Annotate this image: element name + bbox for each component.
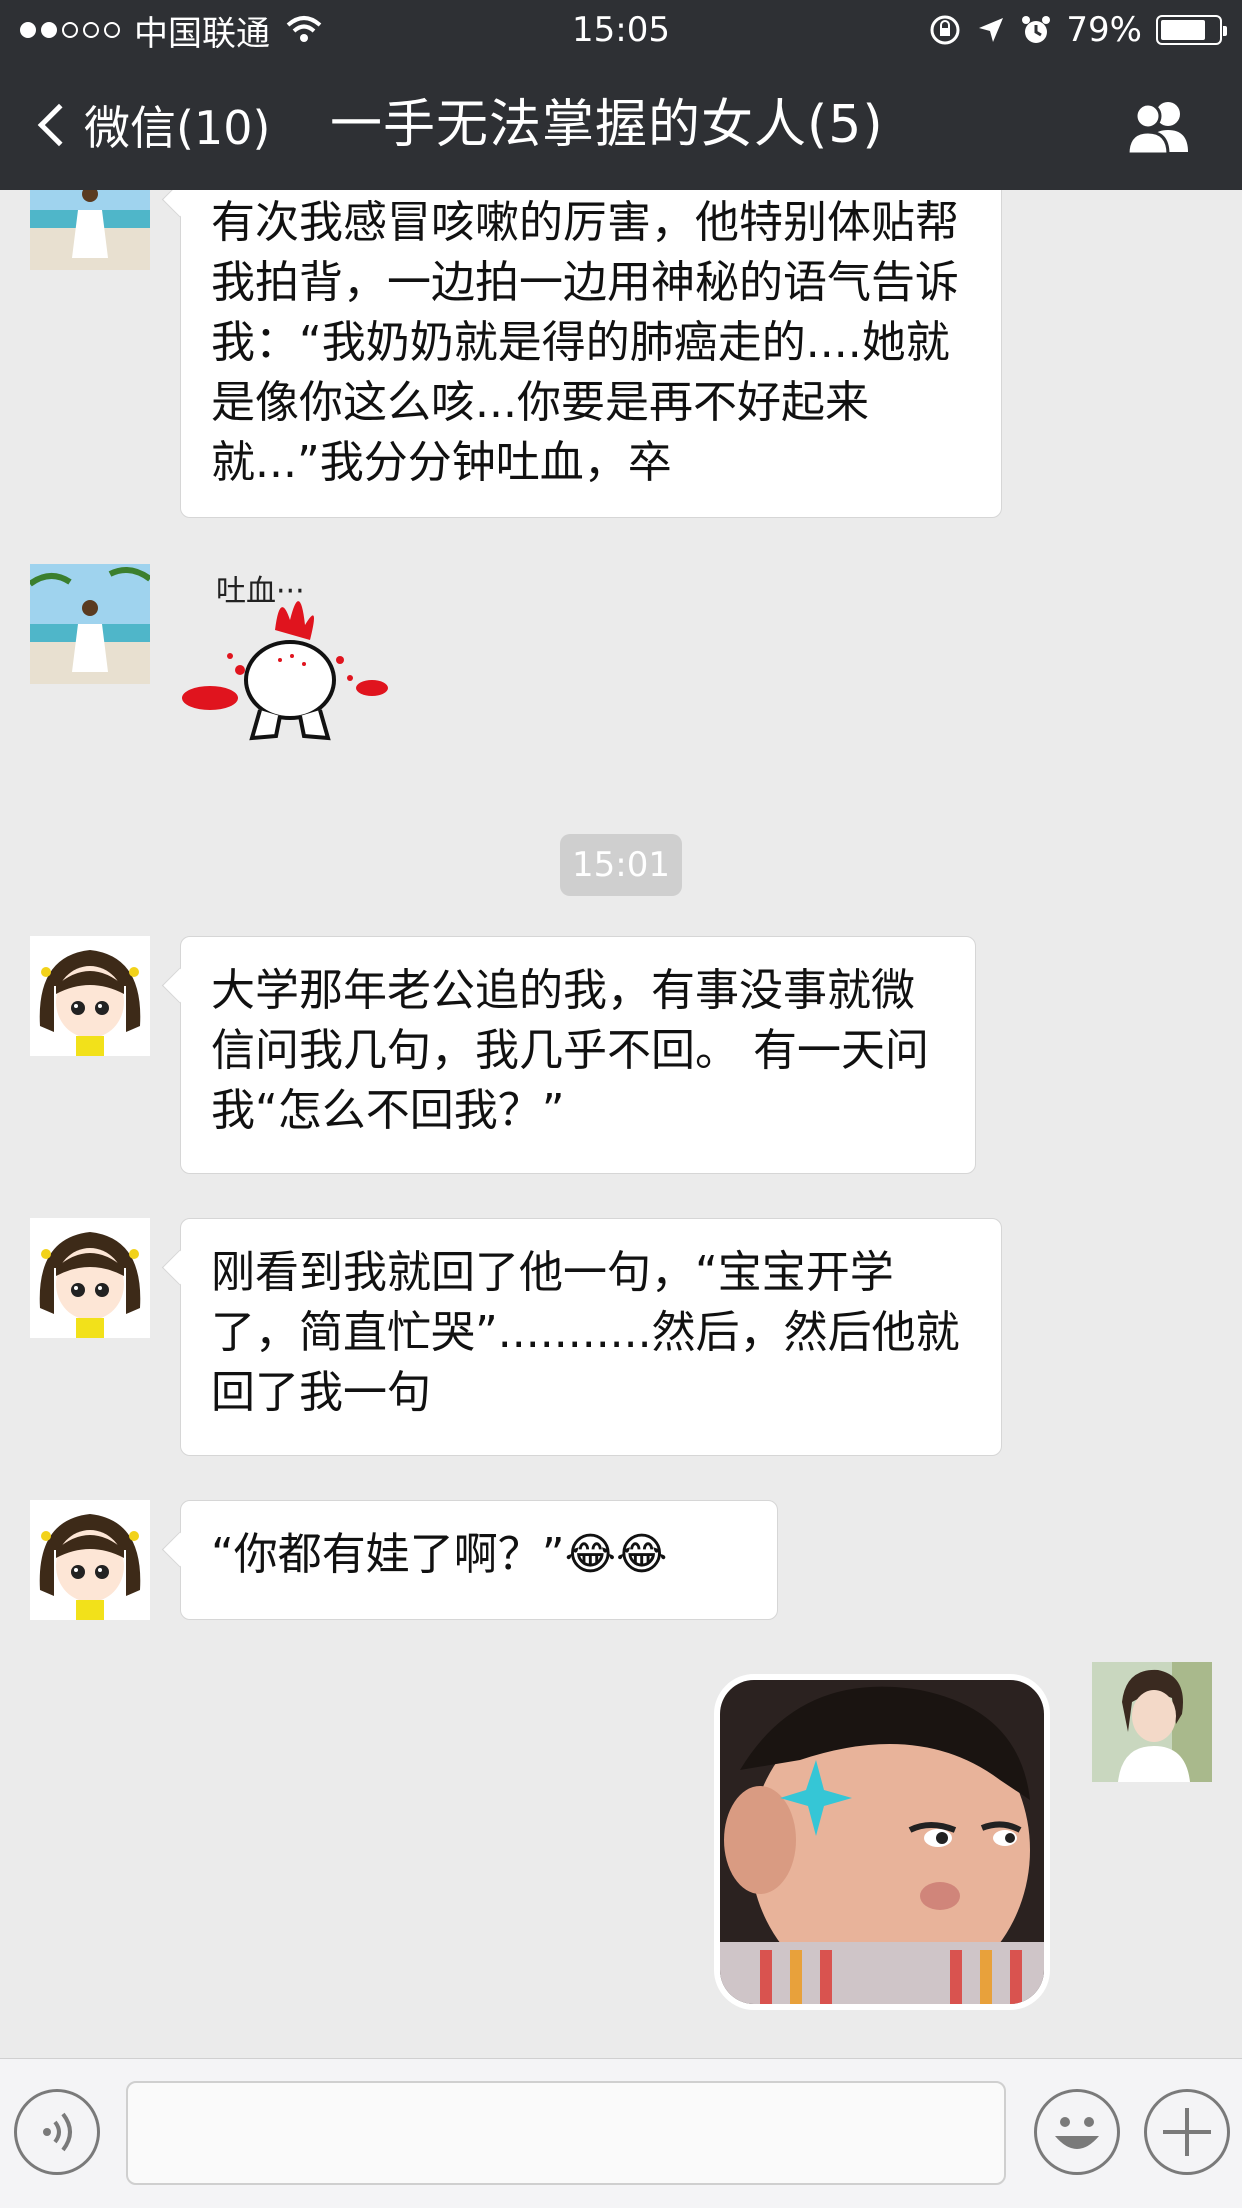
contacts-icon xyxy=(1126,102,1188,156)
avatar[interactable] xyxy=(30,564,150,684)
message-text: 有次我感冒咳嗽的厉害，他特别体贴帮我拍背，一边拍一边用神秘的语气告诉我：“我奶奶… xyxy=(211,197,959,488)
chat-area[interactable]: 有次我感冒咳嗽的厉害，他特别体贴帮我拍背，一边拍一边用神秘的语气告诉我：“我奶奶… xyxy=(0,190,1242,2060)
signal-icon xyxy=(20,22,120,38)
page-title: 一手无法掌握的女人(5) xyxy=(330,95,884,155)
alarm-icon xyxy=(1022,16,1051,43)
lock-rotation-icon xyxy=(930,15,960,45)
avatar[interactable] xyxy=(30,1218,150,1338)
group-info-button[interactable] xyxy=(1124,98,1194,156)
nav-bar: 微信(10) 一手无法掌握的女人(5) xyxy=(0,60,1242,190)
carrier-label: 中国联通 xyxy=(134,13,270,54)
back-button[interactable]: 微信(10) xyxy=(36,60,270,190)
avatar[interactable] xyxy=(30,190,150,270)
sticker-message[interactable] xyxy=(714,1674,1050,2010)
status-left: 中国联通 xyxy=(20,6,324,55)
my-avatar[interactable] xyxy=(1092,1662,1212,1782)
message-bubble[interactable]: 有次我感冒咳嗽的厉害，他特别体贴帮我拍背，一边拍一边用神秘的语气告诉我：“我奶奶… xyxy=(180,190,1002,518)
message-bubble[interactable]: 大学那年老公追的我，有事没事就微信问我几句，我几乎不回。 有一天问我“怎么不回我… xyxy=(180,936,976,1174)
time-divider: 15:01 xyxy=(560,834,682,896)
voice-icon xyxy=(43,2112,72,2152)
plus-icon xyxy=(1163,2108,1211,2156)
wifi-icon xyxy=(286,16,322,42)
chevron-left-icon xyxy=(37,103,81,147)
battery-percent: 79% xyxy=(1066,10,1142,50)
message-input[interactable] xyxy=(126,2081,1006,2185)
message-bubble[interactable]: “你都有娃了啊？”😂😂 xyxy=(180,1500,778,1620)
emoji-button[interactable] xyxy=(1034,2089,1120,2175)
message-text: “你都有娃了啊？”😂😂 xyxy=(211,1529,668,1580)
status-right: 79% xyxy=(928,10,1227,50)
spitting-blood-sticker xyxy=(182,601,388,741)
message-text: 刚看到我就回了他一句，“宝宝开学了，简直忙哭”...........然后，然后他… xyxy=(211,1247,960,1418)
input-bar xyxy=(0,2058,1242,2208)
more-button[interactable] xyxy=(1144,2089,1230,2175)
message-bubble[interactable]: 刚看到我就回了他一句，“宝宝开学了，简直忙哭”...........然后，然后他… xyxy=(180,1218,1002,1456)
sticker-message[interactable]: 吐血··· xyxy=(180,560,400,760)
boy-face-sticker xyxy=(720,1680,1044,2004)
battery-icon xyxy=(1156,15,1227,45)
avatar[interactable] xyxy=(30,1500,150,1620)
voice-button[interactable] xyxy=(14,2089,100,2175)
back-label: 微信(10) xyxy=(84,101,271,155)
status-bar: 中国联通 15:05 79% xyxy=(0,0,1242,60)
location-arrow-icon xyxy=(979,18,1004,42)
emoji-icon xyxy=(1055,2117,1099,2149)
message-text: 大学那年老公追的我，有事没事就微信问我几句，我几乎不回。 有一天问我“怎么不回我… xyxy=(211,965,929,1136)
avatar[interactable] xyxy=(30,936,150,1056)
battery-level xyxy=(1161,20,1206,40)
